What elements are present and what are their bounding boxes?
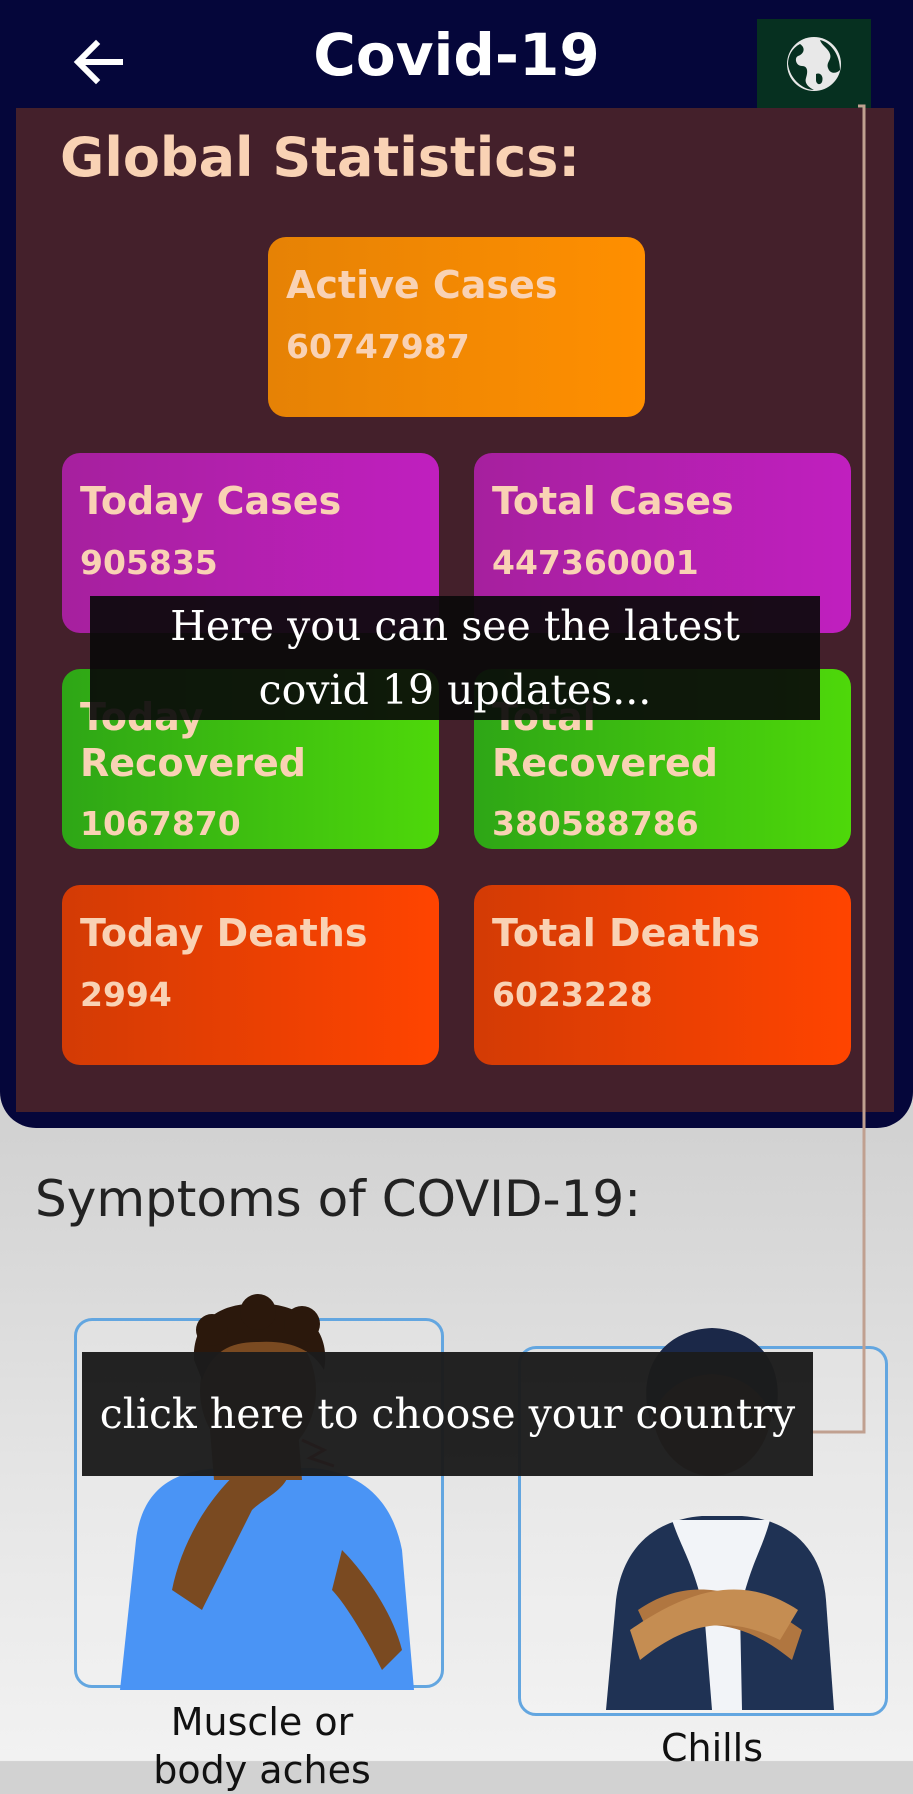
choose-country-button[interactable]	[757, 19, 871, 108]
active-cases-label: Active Cases	[286, 263, 558, 307]
arrow-left-icon	[73, 39, 123, 85]
total-deaths-card[interactable]: Total Deaths 6023228	[474, 885, 851, 1065]
today-deaths-card[interactable]: Today Deaths 2994	[62, 885, 439, 1065]
globe-icon	[787, 36, 841, 91]
total-cases-label: Total Cases	[492, 479, 734, 523]
updates-tooltip-line1: Here you can see the latest	[170, 602, 740, 650]
symptom-label-line1: Chills	[660, 1726, 764, 1770]
today-deaths-label: Today Deaths	[80, 911, 368, 955]
symptom-label-line2: body aches	[153, 1748, 371, 1792]
app-bar: Covid-19	[0, 0, 913, 110]
today-deaths-value: 2994	[80, 974, 172, 1014]
back-button[interactable]	[68, 32, 128, 92]
active-cases-value: 60747987	[286, 326, 470, 366]
updates-tooltip[interactable]: Here you can see the latest covid 19 upd…	[90, 596, 820, 720]
country-tooltip[interactable]: click here to choose your country	[82, 1352, 813, 1476]
active-cases-card[interactable]: Active Cases 60747987	[268, 237, 645, 417]
total-deaths-value: 6023228	[492, 974, 653, 1014]
symptom-label-chills: Chills	[512, 1724, 912, 1772]
symptom-label-line1: Muscle or	[170, 1700, 354, 1744]
updates-tooltip-line2: covid 19 updates...	[258, 666, 652, 714]
total-recovered-value: 380588786	[492, 804, 699, 844]
country-tooltip-text: click here to choose your country	[99, 1390, 796, 1438]
today-cases-value: 905835	[80, 542, 218, 582]
man-neck-pain-illustration	[120, 1294, 414, 1690]
global-stats-heading: Global Statistics:	[60, 126, 581, 189]
total-cases-value: 447360001	[492, 542, 699, 582]
total-deaths-label: Total Deaths	[492, 911, 760, 955]
today-recovered-value: 1067870	[80, 804, 241, 844]
symptom-label-muscle-aches: Muscle or body aches	[62, 1698, 462, 1794]
today-cases-label: Today Cases	[80, 479, 342, 523]
symptoms-heading: Symptoms of COVID-19:	[35, 1170, 642, 1228]
